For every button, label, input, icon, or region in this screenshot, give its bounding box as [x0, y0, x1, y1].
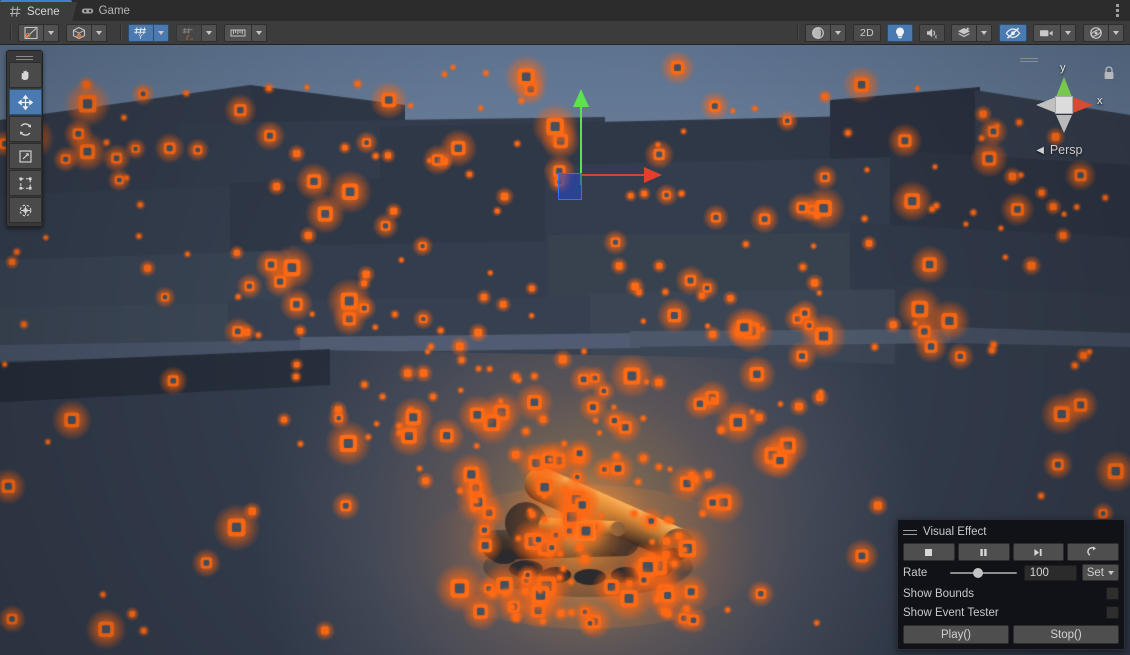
ruler-icon[interactable]: [224, 23, 252, 42]
visibility-sphere-dropdown[interactable]: [831, 23, 846, 42]
toolbar-group-grid-snap: [176, 23, 217, 42]
tab-scene[interactable]: Scene: [0, 0, 77, 21]
gizmo-globe-icon[interactable]: [1083, 23, 1109, 42]
gizmo-axis-x-label: x: [1097, 95, 1103, 107]
scene-toolbar: Y 2D x: [0, 21, 1130, 45]
stop-button[interactable]: Stop(): [1013, 625, 1119, 644]
toolbar-group-fx: [951, 23, 992, 42]
vfx-playback-row: [903, 543, 1119, 561]
svg-text:x: x: [934, 34, 937, 40]
visual-effect-control-panel: Visual Effect Rate 100 Set Show Bounds S…: [897, 519, 1125, 650]
rate-set-button[interactable]: Set: [1081, 564, 1119, 581]
projection-mode-label[interactable]: ◄ Persp: [1034, 143, 1083, 157]
hand-tool[interactable]: [9, 62, 42, 88]
vfx-action-row: Play() Stop(): [903, 625, 1119, 644]
toolbar-group-gizmo-mode: [66, 23, 107, 42]
rotate-tool[interactable]: [9, 116, 42, 142]
gizmo-plane-z[interactable]: [558, 173, 582, 200]
audio-mute-icon[interactable]: x: [919, 23, 945, 42]
tab-bar-spacer: [142, 0, 1104, 21]
fx-dropdown[interactable]: [977, 23, 992, 42]
gizmo-axis-y-positive[interactable]: [1056, 77, 1072, 97]
toolbar-group-snap-increment: [224, 23, 267, 42]
show-event-tester-label: Show Event Tester: [903, 606, 999, 619]
grid-snap-dropdown[interactable]: [202, 23, 217, 42]
gizmo-mode-dropdown[interactable]: [92, 23, 107, 42]
gamepad-icon: [81, 8, 93, 14]
gizmos-dropdown[interactable]: [1109, 23, 1124, 42]
gizmo-axis-x[interactable]: [581, 174, 649, 176]
kebab-menu-icon[interactable]: [1104, 0, 1130, 21]
toggle-show-bounds[interactable]: Show Bounds: [903, 584, 1119, 603]
pause-bars-icon[interactable]: [957, 543, 1010, 561]
show-event-tester-checkbox[interactable]: [1106, 606, 1119, 619]
gizmo-center-cube[interactable]: [1055, 96, 1073, 114]
rate-value-input[interactable]: 100: [1023, 564, 1077, 581]
gizmo-axis-x-handle[interactable]: [644, 167, 662, 183]
rect-transform-tool[interactable]: [9, 170, 42, 196]
wireframe-cube-icon[interactable]: [66, 23, 92, 42]
gizmo-axis-y-label: y: [1060, 62, 1066, 74]
step-forward-icon[interactable]: [1012, 543, 1065, 561]
scene-gizmo-grip[interactable]: [1020, 56, 1038, 64]
stop-square-icon[interactable]: [903, 543, 955, 561]
rate-slider-track: [950, 571, 1017, 574]
2d-toggle-label: 2D: [859, 26, 875, 39]
transform-tool[interactable]: [9, 197, 42, 223]
toolbar-group-grid-axis: Y: [128, 23, 169, 42]
eye-off-icon[interactable]: [999, 23, 1027, 42]
play-button[interactable]: Play(): [903, 625, 1009, 644]
toolbar-divider-2: [120, 25, 122, 40]
rate-label: Rate: [903, 566, 928, 579]
scale-tool[interactable]: [9, 143, 42, 169]
scene-tool-palette: [6, 50, 43, 227]
lightbulb-icon[interactable]: [887, 23, 913, 42]
camera-dropdown[interactable]: [1061, 23, 1076, 42]
scene-viewport[interactable]: y x ◄ Persp Visual Effect Rate 100 Set S…: [0, 45, 1130, 655]
rate-slider[interactable]: [948, 566, 1019, 580]
grid-snap-icon[interactable]: [176, 23, 202, 42]
toolbar-divider-3: [797, 25, 799, 40]
restart-arrow-icon[interactable]: [1067, 543, 1119, 561]
2d-toggle-button[interactable]: 2D: [853, 23, 881, 42]
show-bounds-label: Show Bounds: [903, 587, 974, 600]
toolbar-divider: [10, 25, 12, 40]
vfx-panel-grip[interactable]: [903, 528, 917, 536]
move-tool[interactable]: [9, 89, 42, 115]
toolbar-group-draw-mode: [18, 23, 59, 42]
svg-text:Y: Y: [138, 34, 143, 40]
shaded-mode-icon[interactable]: [18, 23, 44, 42]
half-sphere-icon[interactable]: [805, 23, 831, 42]
toolbar-group-camera: [1033, 23, 1076, 42]
grid-y-icon[interactable]: Y: [128, 23, 154, 42]
lock-icon[interactable]: [1102, 65, 1116, 81]
gizmo-axis-x-negative[interactable]: [1036, 97, 1056, 113]
gizmo-axis-x-positive[interactable]: [1073, 97, 1093, 113]
chevron-down-icon: [1108, 570, 1114, 575]
toggle-show-event-tester[interactable]: Show Event Tester: [903, 603, 1119, 622]
vfx-panel-header: Visual Effect: [903, 524, 1119, 540]
unity-scene-window: Scene Game Y 2D x y x ◄ Persp Visual Eff…: [0, 0, 1130, 655]
vfx-rate-row: Rate 100 Set: [903, 564, 1119, 581]
toolbar-group-visibility-sphere: [805, 23, 846, 42]
layers-fx-icon[interactable]: [951, 23, 977, 42]
scene-view-gizmo[interactable]: y x ◄ Persp: [1008, 50, 1116, 162]
tab-scene-label: Scene: [27, 5, 60, 18]
draw-mode-dropdown[interactable]: [44, 23, 59, 42]
gizmo-axis-y-negative[interactable]: [1056, 115, 1072, 133]
vfx-panel-title: Visual Effect: [923, 526, 987, 538]
show-bounds-checkbox[interactable]: [1106, 587, 1119, 600]
grid-axis-dropdown[interactable]: [154, 23, 169, 42]
rate-slider-knob[interactable]: [972, 567, 983, 578]
gizmo-axis-y-handle[interactable]: [573, 89, 589, 107]
grid-icon: [10, 6, 21, 17]
camera-icon[interactable]: [1033, 23, 1061, 42]
toolbar-group-gizmos: [1083, 23, 1124, 42]
rate-set-label: Set: [1086, 566, 1104, 579]
tab-game[interactable]: Game: [72, 0, 142, 21]
editor-tab-bar: Scene Game: [0, 0, 1130, 21]
tool-palette-grip[interactable]: [9, 53, 40, 62]
tab-game-label: Game: [98, 4, 130, 17]
snap-increment-dropdown[interactable]: [252, 23, 267, 42]
